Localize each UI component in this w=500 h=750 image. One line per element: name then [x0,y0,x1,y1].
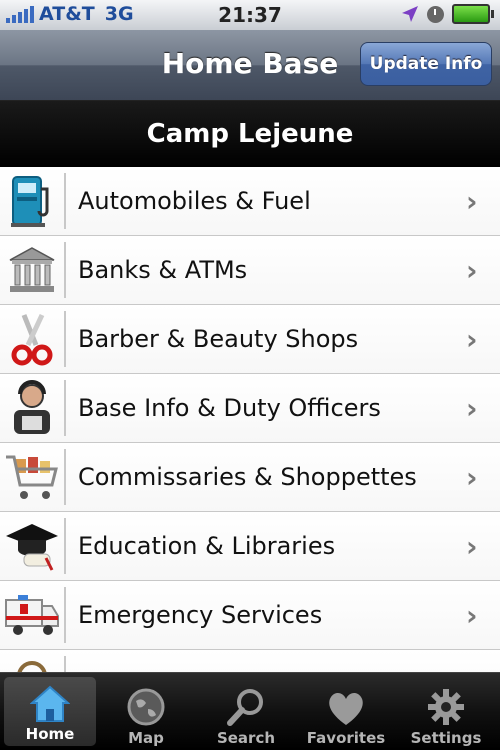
magnifier-icon [227,689,263,726]
list-item-label: Automobiles & Fuel [78,187,311,215]
tab-settings[interactable]: Settings [396,673,496,750]
tab-label: Search [216,729,276,747]
update-info-button[interactable]: Update Info [360,42,492,86]
list-item-label: Banks & ATMs [78,256,248,284]
list-item-label: Emergency Services [78,601,323,629]
list-item-label: Base Info & Duty Officers [78,394,381,422]
fuel-pump-icon [0,169,64,233]
partial-item-icon [0,652,64,673]
chevron-right-icon: › [466,460,478,494]
location-arrow-icon [402,6,418,22]
list-item-banks-atms[interactable]: Banks & ATMs › [0,236,500,305]
list-item-label: Commissaries & Shoppettes [78,463,417,491]
home-icon [30,685,70,722]
shopping-cart-icon [0,445,64,509]
tab-label: Settings [410,729,482,747]
row-separator [64,311,66,367]
chevron-right-icon: › [466,184,478,218]
status-bar: AT&T 3G 21:37 [0,0,500,30]
tab-favorites[interactable]: Favorites [296,673,396,750]
section-header: Camp Lejeune [0,101,500,167]
list-item-education[interactable]: Education & Libraries › [0,512,500,581]
tab-bar: Home Map Search Favorites Settings [0,672,500,750]
tab-map[interactable]: Map [96,673,196,750]
list-item-partial[interactable] [0,650,500,673]
chevron-right-icon: › [466,391,478,425]
tab-label: Favorites [306,729,386,747]
tab-home[interactable]: Home [4,677,96,746]
tab-search[interactable]: Search [196,673,296,750]
chevron-right-icon: › [466,529,478,563]
row-separator [64,656,66,673]
row-separator [64,242,66,298]
tab-label: Map [128,729,164,747]
category-list: Automobiles & Fuel › Banks & ATMs › Barb… [0,167,500,673]
list-item-emergency[interactable]: Emergency Services › [0,581,500,650]
chevron-right-icon: › [466,598,478,632]
tab-label: Home [25,725,75,743]
scissors-icon [0,307,64,371]
heart-icon [329,693,363,725]
alarm-clock-icon [427,5,444,23]
battery-icon [452,4,494,24]
navigation-bar: Home Base Update Info [0,30,500,101]
list-item-barber-beauty[interactable]: Barber & Beauty Shops › [0,305,500,374]
row-separator [64,518,66,574]
list-item-base-info[interactable]: Base Info & Duty Officers › [0,374,500,443]
ambulance-icon [0,583,64,647]
row-separator [64,380,66,436]
page-title: Home Base [161,47,339,80]
operator-icon [0,376,64,440]
list-item-automobiles-fuel[interactable]: Automobiles & Fuel › [0,167,500,236]
bank-icon [0,238,64,302]
list-item-label: Barber & Beauty Shops [78,325,359,353]
row-separator [64,449,66,505]
chevron-right-icon: › [466,322,478,356]
gear-icon [428,689,464,725]
globe-icon [127,688,165,726]
list-item-label: Education & Libraries [78,532,336,560]
list-item-commissaries[interactable]: Commissaries & Shoppettes › [0,443,500,512]
graduation-cap-icon [0,514,64,578]
row-separator [64,173,66,229]
row-separator [64,587,66,643]
chevron-right-icon: › [466,253,478,287]
